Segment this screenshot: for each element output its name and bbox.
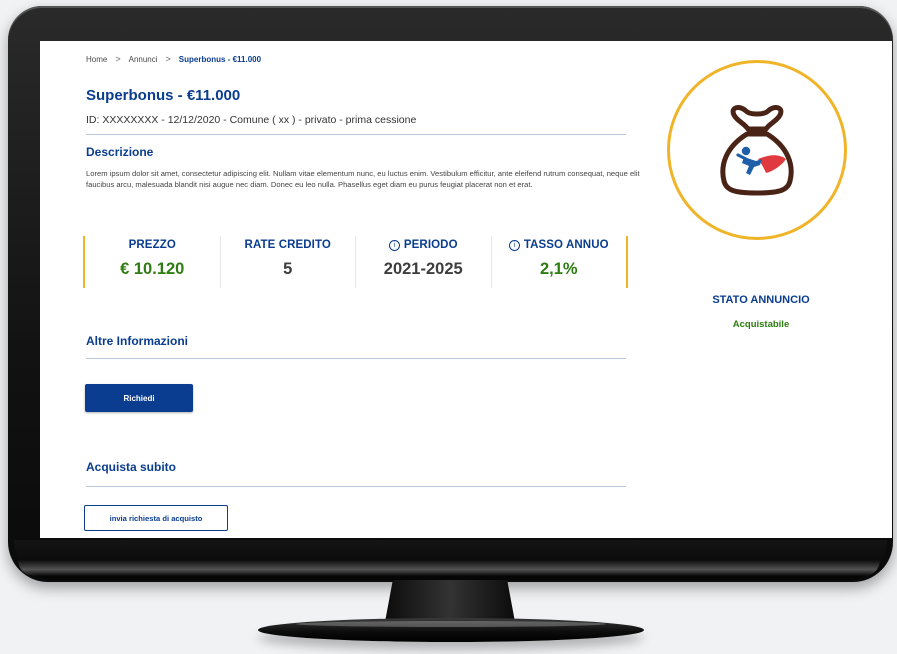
monitor-rim-highlight	[18, 560, 880, 576]
chevron-right-icon: >	[165, 54, 171, 64]
info-icon[interactable]: i	[388, 239, 400, 251]
stat-label: PREZZO	[85, 239, 220, 251]
stat-tasso-annuo: i TASSO ANNUO 2,1%	[490, 236, 628, 288]
page-title: Superbonus - €11.000	[86, 87, 241, 104]
stat-label: RATE CREDITO	[221, 239, 356, 251]
stat-label-text: PERIODO	[403, 239, 458, 251]
breadcrumb: Home > Annunci > Superbonus - €11.000	[86, 54, 261, 64]
buy-now-heading: Acquista subito	[86, 460, 177, 474]
stats-panel: PREZZO € 10.120 RATE CREDITO 5 i PERIODO…	[83, 236, 628, 288]
chevron-right-icon: >	[115, 54, 121, 64]
other-info-heading: Altre Informazioni	[86, 334, 189, 348]
stat-periodo: i PERIODO 2021-2025	[355, 236, 491, 288]
stat-label-text: PREZZO	[128, 239, 176, 251]
stat-prezzo: PREZZO € 10.120	[83, 236, 220, 288]
breadcrumb-home[interactable]: Home	[86, 55, 107, 64]
screen: Home > Annunci > Superbonus - €11.000 Su…	[40, 41, 892, 538]
monitor-neck	[385, 580, 515, 622]
divider	[86, 358, 626, 359]
stat-label: i PERIODO	[356, 239, 491, 251]
stat-value: 2,1%	[539, 260, 578, 278]
stat-label: i TASSO ANNUO	[492, 239, 627, 251]
divider	[86, 134, 626, 135]
status-icon-circle	[667, 60, 847, 240]
monitor-base-highlight	[296, 621, 606, 627]
stat-rate-credito: RATE CREDITO 5	[219, 236, 356, 288]
divider	[86, 486, 626, 487]
stat-value: 2021-2025	[383, 260, 463, 278]
listing-subtitle: ID: XXXXXXXX - 12/12/2020 - Comune ( xx …	[86, 114, 417, 126]
description-heading: Descrizione	[86, 145, 154, 159]
stat-value: € 10.120	[120, 260, 185, 278]
info-icon[interactable]: i	[508, 239, 520, 251]
money-bag-superhero-icon	[720, 105, 794, 196]
description-text: Lorem ipsum dolor sit amet, consectetur …	[86, 169, 640, 189]
status-label: STATO ANNUNCIO	[712, 294, 810, 306]
richiedi-button[interactable]: Richiedi	[85, 384, 193, 412]
stat-value: 5	[283, 260, 293, 278]
stat-label-text: TASSO ANNUO	[523, 239, 609, 251]
status-value: Acquistabile	[732, 319, 790, 330]
breadcrumb-current: Superbonus - €11.000	[178, 54, 262, 64]
stat-label-text: RATE CREDITO	[244, 239, 331, 251]
send-purchase-request-button[interactable]: invia richiesta di acquisto	[84, 505, 228, 531]
breadcrumb-annunci[interactable]: Annunci	[129, 55, 158, 64]
